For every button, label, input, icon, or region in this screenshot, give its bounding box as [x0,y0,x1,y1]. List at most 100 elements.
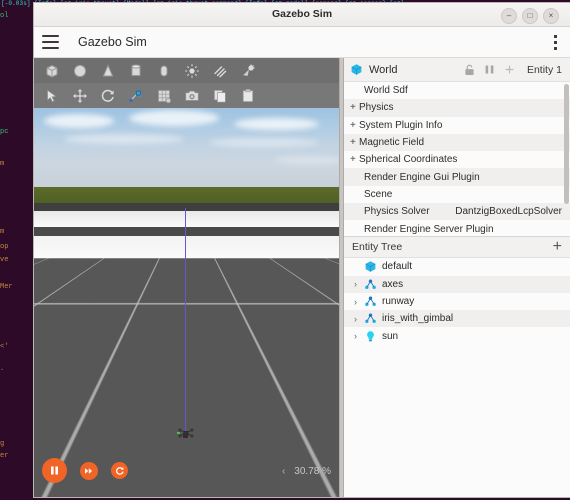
property-name: World Sdf [359,85,562,96]
terminal-left-line-10: er [0,452,8,460]
capsule-shape-icon[interactable] [150,59,178,82]
add-entity-icon[interactable]: + [553,240,562,254]
entity-count-label: Entity 1 [527,64,562,76]
entity-label: default [382,261,412,272]
pause-updates-icon[interactable] [481,61,499,79]
list-item[interactable]: › axes [344,276,570,293]
property-name: Spherical Coordinates [359,154,562,165]
point-light-icon[interactable] [178,59,206,82]
property-row[interactable]: Physics SolverDantzigBoxedLcpSolver [344,203,570,220]
z-axis-line [185,208,186,438]
list-item[interactable]: › runway [344,293,570,310]
runway-surface-far [34,211,339,227]
entity-label: iris_with_gimbal [382,313,453,324]
terminal-left-line-6: Mer [0,283,13,291]
property-name: Physics Solver [359,206,455,217]
model-link-icon [363,295,377,309]
kebab-menu-icon[interactable] [554,35,558,50]
select-cursor-icon[interactable] [38,84,66,107]
spot-light-icon[interactable] [234,59,262,82]
render-viewport-column: ‹ 30.78 % [34,58,339,497]
property-value: DantzigBoxedLcpSolver [455,206,562,217]
world-panel-title: World [369,64,459,76]
copy-icon[interactable] [206,84,234,107]
box-shape-icon[interactable] [38,59,66,82]
entity-tree-list[interactable]: default › axes › runway › [344,258,570,344]
runway-far-edge [34,203,339,211]
property-row[interactable]: Render Engine Server Plugin [344,220,570,236]
world-property-list[interactable]: World Sdf +Physics +System Plugin Info +… [344,82,570,236]
row-expander[interactable]: + [350,102,359,113]
terminal-left-line-2: m [0,160,4,168]
light-bulb-icon [363,329,377,343]
sphere-shape-icon[interactable] [66,59,94,82]
property-list-scrollbar[interactable] [564,84,569,204]
tree-expand-arrow[interactable]: › [350,331,361,341]
rtf-collapse-chevron-icon[interactable]: ‹ [282,466,285,477]
pause-button[interactable] [42,458,67,483]
property-name: Magnetic Field [359,137,562,148]
main-content: ‹ 30.78 % World [34,58,570,497]
model-origin-marker [183,433,188,438]
entity-label: axes [382,279,403,290]
scale-icon[interactable] [122,84,150,107]
property-name: Physics [359,102,562,113]
property-row[interactable]: Scene [344,186,570,203]
runway-surface-near [34,236,339,258]
tree-expand-arrow[interactable]: › [350,314,361,324]
grid-config-icon[interactable] [150,84,178,107]
tree-expand-arrow[interactable]: › [350,297,361,307]
entity-label: sun [382,331,398,342]
gazebo-sim-window: Gazebo Sim – □ × Gazebo Sim [34,3,570,497]
property-row[interactable]: +Spherical Coordinates [344,151,570,168]
runway-marking-band [34,227,339,236]
property-row[interactable]: +Magnetic Field [344,134,570,151]
world-cube-icon [363,260,377,274]
terminal-left-line-3: m [0,228,4,236]
directional-light-icon[interactable] [206,59,234,82]
rotate-icon[interactable] [94,84,122,107]
entity-tree-empty-space [344,345,570,497]
simulation-playback-controls [42,458,128,483]
property-row[interactable]: World Sdf [344,82,570,99]
maximize-icon[interactable]: □ [522,8,538,24]
property-row[interactable]: +Physics [344,99,570,116]
world-cube-icon [350,63,363,76]
terminal-left-line-8: . [0,365,4,373]
step-forward-button[interactable] [80,462,98,480]
cone-shape-icon[interactable] [94,59,122,82]
translate-icon[interactable] [66,84,94,107]
terminal-left-line-0: ol [0,12,8,20]
sky-backdrop [34,108,339,187]
window-titlebar: Gazebo Sim – □ × [34,3,570,27]
screenshot-camera-icon[interactable] [178,84,206,107]
list-item[interactable]: › iris_with_gimbal [344,310,570,327]
list-item[interactable]: › sun [344,327,570,344]
list-item[interactable]: default [344,258,570,275]
reset-button[interactable] [111,462,128,479]
rtf-value: 30.78 % [294,466,331,477]
tree-expand-arrow[interactable]: › [350,279,361,289]
cylinder-shape-icon[interactable] [122,59,150,82]
model-link-icon [363,277,377,291]
minimize-icon[interactable]: – [501,8,517,24]
app-headerbar: Gazebo Sim [34,27,570,58]
property-name: Render Engine Gui Plugin [359,172,562,183]
3d-scene-canvas[interactable]: ‹ 30.78 % [34,108,339,497]
terminal-left-line-5: ve [0,256,8,264]
paste-icon[interactable] [234,84,262,107]
add-property-icon[interactable] [501,61,519,79]
close-icon[interactable]: × [543,8,559,24]
row-expander[interactable]: + [350,154,359,165]
property-name: System Plugin Info [359,120,562,131]
property-row[interactable]: Render Engine Gui Plugin [344,168,570,185]
entity-tree-title: Entity Tree [352,241,553,253]
hamburger-icon[interactable] [42,35,59,49]
unlock-icon[interactable] [461,61,479,79]
property-row[interactable]: +System Plugin Info [344,117,570,134]
row-expander[interactable]: + [350,120,359,131]
terminal-left-output: ol pc m m op ve Mer <' . g er [0,9,34,500]
property-name: Render Engine Server Plugin [359,224,562,235]
row-expander[interactable]: + [350,137,359,148]
right-dock-panel: World Entity 1 World Sdf +Physics +Syste… [344,58,570,497]
